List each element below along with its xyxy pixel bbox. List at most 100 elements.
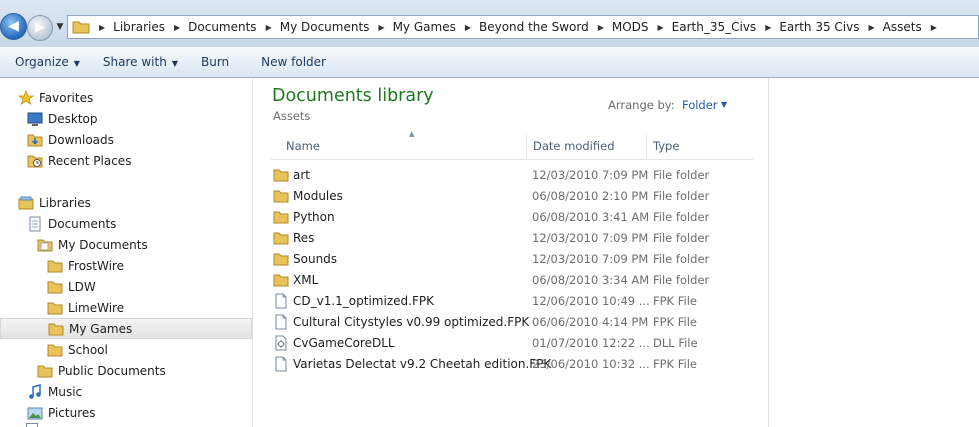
file-row[interactable]: CvGameCoreDLL 01/07/2010 12:22 ... DLL Fil…: [271, 333, 753, 354]
folder-icon: [37, 365, 53, 377]
nav-item-recent-places[interactable]: Recent Places: [27, 150, 131, 171]
breadcrumb-item-my-games[interactable]: My Games: [393, 20, 456, 34]
nav-item-pictures[interactable]: Pictures: [27, 402, 96, 423]
file-row[interactable]: Cultural Citystyles v0.99 optimized.FPK 0…: [271, 312, 753, 333]
nav-item-public-documents[interactable]: Public Documents: [37, 360, 166, 381]
folder-icon: [273, 190, 289, 203]
nav-item-desktop[interactable]: Desktop: [27, 108, 98, 129]
column-divider[interactable]: [646, 133, 647, 159]
nav-item-favorites[interactable]: Favorites: [18, 87, 93, 108]
breadcrumb-separator-icon[interactable]: ▶: [378, 23, 384, 32]
pictures-icon: [27, 407, 43, 419]
folder-icon: [48, 323, 64, 335]
nav-label: School: [68, 342, 108, 357]
file-name: Varietas Delectat v9.2 Cheetah edition.F…: [293, 357, 552, 371]
file-name: CvGameCoreDLL: [293, 336, 395, 350]
file-row[interactable]: Sounds 12/03/2010 7:09 PM File folder: [271, 249, 753, 270]
breadcrumb-item-mods[interactable]: MODS: [612, 20, 649, 34]
nav-item-documents[interactable]: Documents: [27, 213, 116, 234]
file-type: FPK File: [653, 315, 697, 329]
new-folder-button[interactable]: New folder: [261, 55, 326, 69]
column-name[interactable]: Name: [286, 133, 320, 159]
file-row[interactable]: Varietas Delectat v9.2 Cheetah edition.F…: [271, 354, 753, 375]
file-date-modified: 01/07/2010 12:22 ...: [532, 336, 650, 350]
preview-pane: [768, 78, 979, 427]
breadcrumb-separator-icon[interactable]: ▶: [266, 23, 272, 32]
folder-icon: [47, 260, 63, 272]
organize-button[interactable]: Organize ▼: [15, 55, 80, 69]
file-type: File folder: [653, 210, 710, 224]
nav-label: Libraries: [39, 195, 91, 210]
share-with-button[interactable]: Share with ▼: [103, 55, 178, 69]
back-button[interactable]: ◀: [0, 13, 27, 40]
file-row[interactable]: Res 12/03/2010 7:09 PM File folder: [271, 228, 753, 249]
folder-icon: [273, 232, 289, 245]
file-date-modified: 12/03/2010 7:09 PM: [532, 168, 649, 182]
breadcrumb-separator-icon[interactable]: ▶: [931, 23, 937, 32]
nav-item-my-games[interactable]: My Games: [0, 318, 252, 339]
file-type: FPK File: [653, 294, 697, 308]
nav-label: LDW: [68, 279, 96, 294]
nav-item-my-documents[interactable]: My Documents: [37, 234, 148, 255]
arrange-by-dropdown[interactable]: Folder: [682, 98, 718, 112]
breadcrumb[interactable]: ▶ Libraries ▶ Documents ▶ My Documents ▶…: [67, 15, 979, 39]
nav-item-frostwire[interactable]: FrostWire: [47, 255, 124, 276]
breadcrumb-item-libraries[interactable]: Libraries: [113, 20, 165, 34]
folder-icon: [273, 169, 289, 182]
chevron-down-icon[interactable]: ▼: [721, 100, 727, 109]
file-icon: [275, 356, 287, 372]
column-date-modified[interactable]: Date modified: [533, 133, 615, 159]
breadcrumb-item-beyond-the-sword[interactable]: Beyond the Sword: [479, 20, 589, 34]
file-name: Sounds: [293, 252, 338, 266]
nav-item-libraries[interactable]: Libraries: [18, 192, 91, 213]
breadcrumb-separator-icon[interactable]: ▶: [174, 23, 180, 32]
file-date-modified: 23/06/2010 10:32 ...: [532, 357, 650, 371]
nav-label: Downloads: [48, 132, 114, 147]
recent-places-icon: [27, 155, 43, 167]
breadcrumb-separator-icon[interactable]: ▶: [869, 23, 875, 32]
file-type: DLL File: [653, 336, 698, 350]
nav-item-ldw[interactable]: LDW: [47, 276, 96, 297]
file-list-pane: Documents library Assets Arrange by: Fol…: [253, 78, 768, 427]
breadcrumb-item-assets[interactable]: Assets: [883, 20, 922, 34]
column-type[interactable]: Type: [653, 133, 679, 159]
library-subtitle: Assets: [273, 109, 311, 123]
star-icon: [18, 89, 34, 105]
breadcrumb-separator-icon[interactable]: ▶: [465, 23, 471, 32]
file-row[interactable]: XML 06/08/2010 3:34 AM File folder: [271, 270, 753, 291]
file-name: CD_v1.1_optimized.FPK: [293, 294, 434, 308]
file-icon: [275, 293, 287, 309]
command-bar: Organize ▼ Share with ▼ Burn New folder: [0, 47, 979, 78]
back-arrow-icon: ◀: [8, 18, 19, 34]
breadcrumb-separator-icon[interactable]: ▶: [598, 23, 604, 32]
file-type: File folder: [653, 189, 710, 203]
breadcrumb-item-earth-35-civs-folder[interactable]: Earth_35_Civs: [672, 20, 757, 34]
recent-pages-chevron-down-icon[interactable]: ▼: [55, 22, 65, 32]
forward-button[interactable]: ▶: [27, 15, 53, 41]
arrange-by-label: Arrange by:: [608, 98, 675, 112]
chevron-down-icon: ▼: [73, 59, 80, 68]
documents-icon: [29, 216, 41, 231]
breadcrumb-separator-icon[interactable]: ▶: [658, 23, 664, 32]
breadcrumb-item-my-documents[interactable]: My Documents: [280, 20, 370, 34]
file-row[interactable]: Modules 06/08/2010 2:10 PM File folder: [271, 186, 753, 207]
nav-label: FrostWire: [68, 258, 124, 273]
breadcrumb-item-documents[interactable]: Documents: [188, 20, 256, 34]
breadcrumb-separator-icon[interactable]: ▶: [765, 23, 771, 32]
file-date-modified: 06/08/2010 2:10 PM: [532, 189, 649, 203]
nav-label: Documents: [48, 216, 117, 231]
desktop-icon: [27, 112, 43, 126]
file-name: Modules: [293, 189, 343, 203]
file-row[interactable]: CD_v1.1_optimized.FPK 12/06/2010 10:49 ..…: [271, 291, 753, 312]
file-row[interactable]: Python 06/08/2010 3:41 AM File folder: [271, 207, 753, 228]
file-row[interactable]: art 12/03/2010 7:09 PM File folder: [271, 165, 753, 186]
breadcrumb-separator-icon[interactable]: ▶: [99, 23, 105, 32]
nav-item-limewire[interactable]: LimeWire: [47, 297, 124, 318]
nav-item-school[interactable]: School: [47, 339, 108, 360]
column-divider[interactable]: [526, 133, 527, 159]
nav-item-music[interactable]: Music: [27, 381, 82, 402]
nav-item-downloads[interactable]: Downloads: [27, 129, 114, 150]
file-type: File folder: [653, 252, 710, 266]
breadcrumb-item-earth-35-civs[interactable]: Earth 35 Civs: [779, 20, 859, 34]
burn-button[interactable]: Burn: [201, 55, 229, 69]
